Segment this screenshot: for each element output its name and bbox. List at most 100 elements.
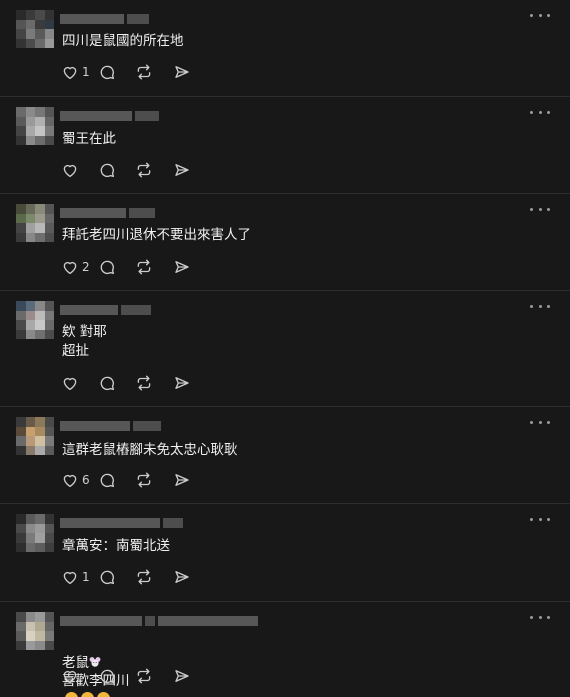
like-button[interactable] bbox=[61, 373, 98, 393]
share-button[interactable] bbox=[173, 257, 191, 277]
post-text: 四川是鼠國的所在地 bbox=[62, 33, 184, 49]
reply-button[interactable] bbox=[98, 373, 135, 393]
like-button[interactable]: 2 bbox=[61, 257, 98, 277]
repost-button[interactable] bbox=[135, 567, 173, 587]
reply-button[interactable] bbox=[98, 666, 135, 686]
repost-button[interactable] bbox=[135, 62, 173, 82]
more-options-button[interactable] bbox=[530, 8, 550, 22]
speech-bubble-icon bbox=[100, 473, 115, 488]
ellipsis-icon bbox=[530, 13, 533, 17]
action-bar: 2 bbox=[61, 257, 191, 277]
speech-bubble-icon bbox=[100, 376, 115, 391]
paper-plane-icon bbox=[175, 571, 189, 583]
share-button[interactable] bbox=[173, 160, 191, 180]
speech-bubble-icon bbox=[100, 669, 115, 684]
heart-icon bbox=[63, 377, 77, 391]
avatar[interactable] bbox=[16, 107, 54, 145]
repost-arrows-icon bbox=[137, 668, 151, 684]
censored-username[interactable] bbox=[60, 204, 155, 222]
more-options-button[interactable] bbox=[530, 105, 550, 119]
share-button[interactable] bbox=[173, 567, 191, 587]
share-button[interactable] bbox=[173, 62, 191, 82]
avatar[interactable] bbox=[16, 10, 54, 48]
avatar[interactable] bbox=[16, 612, 54, 650]
avatar[interactable] bbox=[16, 514, 54, 552]
ellipsis-icon bbox=[530, 615, 533, 619]
action-bar bbox=[61, 666, 191, 686]
speech-bubble-icon bbox=[100, 570, 115, 585]
speech-bubble-icon bbox=[100, 163, 115, 178]
repost-arrows-icon bbox=[137, 375, 151, 391]
reply-post-7: 老鼠 喜歡李四川 bbox=[0, 602, 570, 697]
paper-plane-icon bbox=[175, 66, 189, 78]
repost-button[interactable] bbox=[135, 470, 173, 490]
action-bar: 6 bbox=[61, 470, 191, 490]
avatar[interactable] bbox=[16, 417, 54, 455]
avatar[interactable] bbox=[16, 301, 54, 339]
ellipsis-icon bbox=[530, 110, 533, 114]
reply-post-3: 拜託老四川退休不要出來害人了 2 bbox=[0, 194, 570, 291]
heart-icon bbox=[63, 571, 77, 585]
laughing-face-emoji-icon bbox=[65, 692, 78, 697]
censored-username[interactable] bbox=[60, 301, 151, 319]
post-text-line-2: 超扯 bbox=[62, 343, 89, 359]
ellipsis-icon bbox=[530, 420, 533, 424]
reply-button[interactable] bbox=[98, 257, 135, 277]
post-text: 這群老鼠樁腳未免太忠心耿耿 bbox=[62, 442, 238, 458]
repost-button[interactable] bbox=[135, 160, 173, 180]
like-button[interactable]: 1 bbox=[61, 567, 98, 587]
ellipsis-icon bbox=[530, 304, 533, 308]
censored-username[interactable] bbox=[60, 514, 183, 532]
reply-button[interactable] bbox=[98, 470, 135, 490]
reply-feed: 四川是鼠國的所在地 1 蜀王在此 拜託老四川退休不要出來害人了 2 欸 對耶 超… bbox=[0, 0, 570, 697]
paper-plane-icon bbox=[175, 474, 189, 486]
repost-button[interactable] bbox=[135, 666, 173, 686]
post-text-line-1: 欸 對耶 bbox=[62, 324, 107, 340]
like-button[interactable]: 1 bbox=[61, 62, 98, 82]
action-bar: 1 bbox=[61, 567, 191, 587]
repost-arrows-icon bbox=[137, 162, 151, 178]
repost-button[interactable] bbox=[135, 257, 173, 277]
reply-button[interactable] bbox=[98, 567, 135, 587]
reply-button[interactable] bbox=[98, 160, 135, 180]
censored-username[interactable] bbox=[60, 10, 149, 28]
share-button[interactable] bbox=[173, 470, 191, 490]
more-options-button[interactable] bbox=[530, 610, 550, 624]
repost-button[interactable] bbox=[135, 373, 173, 393]
like-button[interactable] bbox=[61, 160, 98, 180]
heart-icon bbox=[63, 261, 77, 275]
more-options-button[interactable] bbox=[530, 512, 550, 526]
heart-icon bbox=[63, 670, 77, 684]
more-options-button[interactable] bbox=[530, 299, 550, 313]
censored-username[interactable] bbox=[60, 417, 161, 435]
like-count: 2 bbox=[82, 260, 90, 274]
ellipsis-icon bbox=[530, 517, 533, 521]
reply-post-1: 四川是鼠國的所在地 1 bbox=[0, 0, 570, 97]
laughing-face-emoji-icon bbox=[81, 692, 94, 697]
reply-post-2: 蜀王在此 bbox=[0, 97, 570, 194]
paper-plane-icon bbox=[175, 670, 189, 682]
like-count: 1 bbox=[82, 570, 90, 584]
speech-bubble-icon bbox=[100, 65, 115, 80]
avatar[interactable] bbox=[16, 204, 54, 242]
share-button[interactable] bbox=[173, 666, 191, 686]
like-button[interactable]: 6 bbox=[61, 470, 98, 490]
action-bar bbox=[61, 373, 191, 393]
like-count: 1 bbox=[82, 65, 90, 79]
post-text: 蜀王在此 bbox=[62, 131, 116, 147]
more-options-button[interactable] bbox=[530, 202, 550, 216]
heart-icon bbox=[63, 164, 77, 178]
censored-username[interactable] bbox=[60, 612, 258, 630]
repost-arrows-icon bbox=[137, 569, 151, 585]
ellipsis-icon bbox=[530, 207, 533, 211]
post-text: 章萬安：南蜀北送 bbox=[62, 538, 170, 554]
paper-plane-icon bbox=[175, 164, 189, 176]
reply-button[interactable] bbox=[98, 62, 135, 82]
laughing-face-emoji-icon bbox=[97, 692, 110, 697]
like-button[interactable] bbox=[61, 666, 98, 686]
action-bar bbox=[61, 160, 191, 180]
censored-username[interactable] bbox=[60, 107, 159, 125]
paper-plane-icon bbox=[175, 377, 189, 389]
share-button[interactable] bbox=[173, 373, 191, 393]
more-options-button[interactable] bbox=[530, 415, 550, 429]
